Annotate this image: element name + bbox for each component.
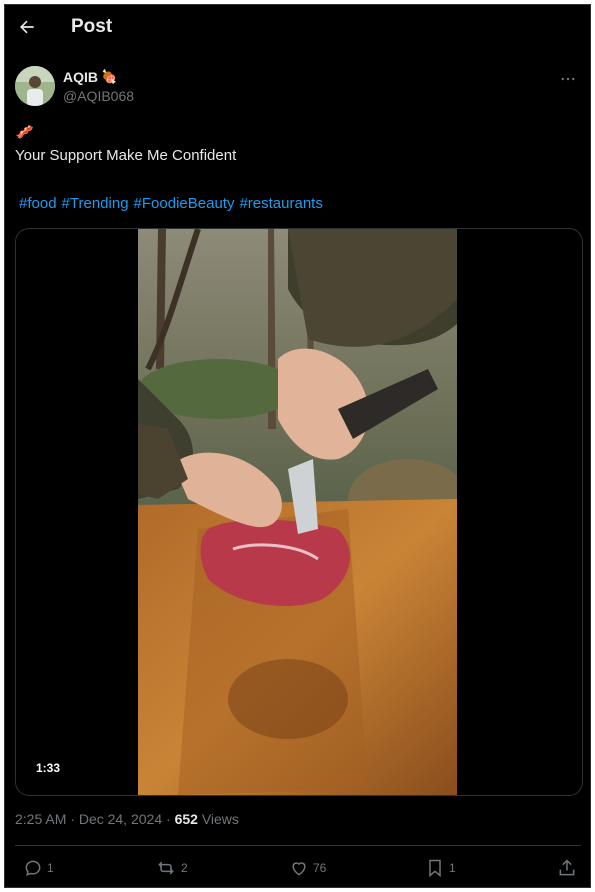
author-handle[interactable]: @AQIB068 bbox=[63, 88, 134, 104]
hashtag-link[interactable]: #FoodieBeauty bbox=[134, 195, 235, 212]
heart-icon bbox=[292, 862, 306, 876]
views-count: 652 bbox=[174, 811, 198, 827]
like-count: 76 bbox=[313, 861, 327, 875]
back-button[interactable] bbox=[15, 15, 39, 39]
meta-separator: · bbox=[166, 811, 171, 827]
post-header: Post bbox=[5, 5, 590, 51]
action-bar: 1 2 76 1 bbox=[15, 858, 581, 882]
hashtag-list: #food #Trending #FoodieBeauty #restauran… bbox=[19, 195, 323, 212]
author-name-text: AQIB bbox=[63, 69, 98, 85]
more-options-button[interactable] bbox=[556, 67, 580, 91]
reply-icon bbox=[25, 860, 41, 876]
video-frame bbox=[138, 229, 457, 795]
post-time[interactable]: 2:25 AM bbox=[15, 811, 66, 827]
reply-count: 1 bbox=[47, 861, 54, 875]
hashtag-link[interactable]: #Trending bbox=[62, 195, 129, 212]
bookmark-icon bbox=[429, 859, 441, 878]
meat-emoji: 🍖 bbox=[101, 69, 118, 84]
divider bbox=[15, 845, 581, 846]
post-text: Your Support Make Me Confident bbox=[15, 147, 237, 164]
post-meta: 2:25 AM · Dec 24, 2024 · 652 Views bbox=[15, 811, 239, 827]
repost-button[interactable]: 2 bbox=[155, 858, 188, 878]
post-frame: Post AQIB 🍖 @AQIB068 🥓 Your Support Make… bbox=[4, 4, 591, 888]
meta-separator: · bbox=[70, 811, 75, 827]
post-date[interactable]: Dec 24, 2024 bbox=[79, 811, 162, 827]
video-duration: 1:33 bbox=[30, 759, 67, 777]
bookmark-button[interactable]: 1 bbox=[425, 858, 456, 878]
repost-count: 2 bbox=[181, 861, 188, 875]
avatar[interactable] bbox=[15, 66, 55, 106]
views-label: Views bbox=[201, 811, 239, 827]
repost-icon bbox=[158, 861, 174, 875]
media-container: 1:33 bbox=[15, 228, 583, 796]
reply-button[interactable]: 1 bbox=[23, 858, 54, 878]
video-player[interactable] bbox=[138, 229, 457, 795]
bookmark-count: 1 bbox=[449, 861, 456, 875]
more-icon bbox=[561, 77, 575, 81]
like-button[interactable]: 76 bbox=[289, 858, 326, 878]
author-name[interactable]: AQIB 🍖 bbox=[63, 69, 117, 85]
arrow-left-icon bbox=[19, 20, 34, 34]
page-title: Post bbox=[71, 16, 113, 37]
share-icon bbox=[559, 859, 575, 876]
share-button[interactable] bbox=[557, 858, 577, 878]
hashtag-link[interactable]: #food bbox=[19, 195, 57, 212]
bacon-emoji: 🥓 bbox=[15, 124, 34, 141]
hashtag-link[interactable]: #restaurants bbox=[239, 195, 322, 212]
post-emoji: 🥓 bbox=[15, 123, 34, 142]
